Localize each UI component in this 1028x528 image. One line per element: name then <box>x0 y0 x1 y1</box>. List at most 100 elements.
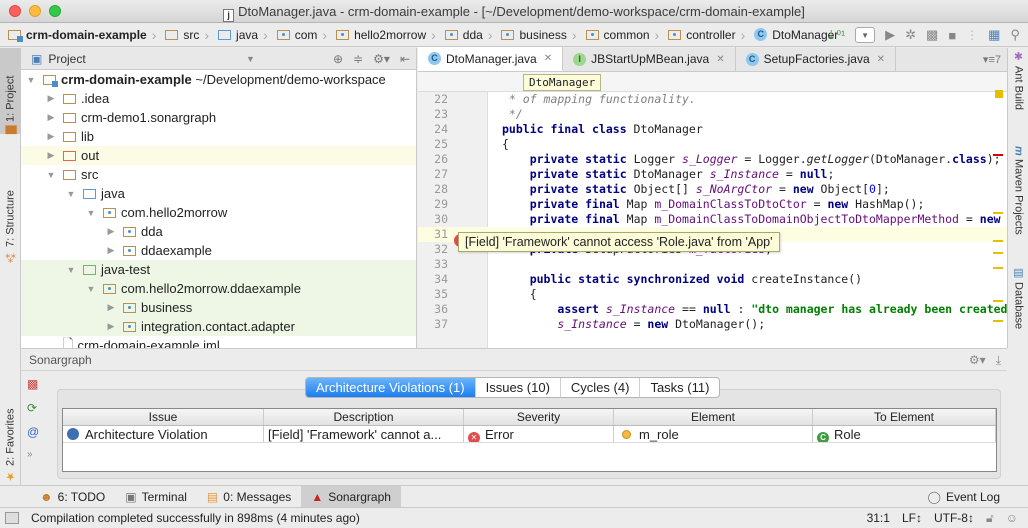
code-line[interactable]: 27 private static DtoManager s_Instance … <box>418 167 1007 182</box>
tab-jbstartupmbean[interactable]: I JBStartUpMBean.java ✕ <box>563 47 736 71</box>
line-separator-selector[interactable]: LF↕ <box>902 511 922 525</box>
collapsed-arrow-icon[interactable]: ▶ <box>45 93 57 104</box>
project-view-selector[interactable]: Project <box>48 52 85 66</box>
tool-tab-structure[interactable]: ⁂ 7: Structure <box>0 144 21 264</box>
expanded-arrow-icon[interactable]: ▼ <box>85 284 97 294</box>
collapse-all-icon[interactable]: ≑ <box>353 52 363 66</box>
crumb-business[interactable]: business › <box>501 23 585 47</box>
tool-tab-favorites[interactable]: ★ 2: Favorites <box>0 388 21 483</box>
analysis-status-marker[interactable] <box>995 90 1003 98</box>
tree-item[interactable]: ▶ crm-demo1.sonargraph <box>21 108 416 127</box>
gear-icon[interactable]: ⚙▾ <box>969 349 986 371</box>
make-icon[interactable]: ⇣⁰¹ <box>826 28 845 42</box>
column-element[interactable]: Element <box>614 409 813 425</box>
column-severity[interactable]: Severity <box>464 409 614 425</box>
hide-panel-icon[interactable]: ⇤ <box>400 52 410 66</box>
tool-window-todo[interactable]: ☻ 6: TODO <box>30 486 115 508</box>
code-line[interactable]: 37 s_Instance = new DtoManager(); <box>418 317 1007 332</box>
tab-architecture-violations[interactable]: Architecture Violations (1) <box>306 378 476 397</box>
scroll-from-source-icon[interactable]: ⊕ <box>333 52 343 66</box>
collapsed-arrow-icon[interactable]: ▶ <box>105 302 117 313</box>
project-structure-icon[interactable]: ▦ <box>988 27 1000 43</box>
warning-marker[interactable] <box>993 300 1003 302</box>
tree-item[interactable]: ▼ java-test <box>21 260 416 279</box>
table-row[interactable]: Architecture Violation [Field] 'Framewor… <box>63 426 996 443</box>
hector-inspector-icon[interactable]: ☺ <box>1006 511 1018 525</box>
expand-more-icon[interactable]: » <box>27 449 39 460</box>
expanded-arrow-icon[interactable]: ▼ <box>85 208 97 218</box>
expanded-arrow-icon[interactable]: ▼ <box>45 170 57 180</box>
column-issue[interactable]: Issue <box>63 409 264 425</box>
collapsed-arrow-icon[interactable]: ▶ <box>105 226 117 237</box>
warning-marker[interactable] <box>993 252 1003 254</box>
tree-item[interactable]: ▼ src <box>21 165 416 184</box>
tree-item[interactable]: ▶ dda <box>21 222 416 241</box>
binary-icon[interactable]: ▩ <box>27 377 39 391</box>
warning-marker[interactable] <box>993 240 1003 242</box>
code-line[interactable]: 22 * of mapping functionality. <box>418 92 1007 107</box>
close-tab-icon[interactable]: ✕ <box>877 54 885 65</box>
code-line[interactable]: 35 { <box>418 287 1007 302</box>
coverage-icon[interactable]: ▩ <box>926 27 938 43</box>
tree-item[interactable]: ▶ .idea <box>21 89 416 108</box>
run-config-dropdown[interactable]: ▼ <box>855 27 876 43</box>
code-line[interactable]: 29 private final Map m_DomainClassToDtoC… <box>418 197 1007 212</box>
close-tab-icon[interactable]: ✕ <box>716 54 724 65</box>
expanded-arrow-icon[interactable]: ▼ <box>65 189 77 199</box>
code-line[interactable]: 24 public final class DtoManager <box>418 122 1007 137</box>
crumb-module[interactable]: crm-domain-example › <box>8 23 165 47</box>
column-description[interactable]: Description <box>264 409 464 425</box>
close-window-button[interactable] <box>9 5 21 17</box>
code-line[interactable]: 28 private static Object[] s_NoArgCtor =… <box>418 182 1007 197</box>
email-icon[interactable]: @ <box>27 425 39 439</box>
tool-window-sonargraph[interactable]: ▲ Sonargraph <box>301 485 401 508</box>
error-marker[interactable] <box>993 154 1003 156</box>
gear-icon[interactable]: ⚙▾ <box>373 52 390 66</box>
code-line[interactable]: 25 { <box>418 137 1007 152</box>
zoom-window-button[interactable] <box>49 5 61 17</box>
tab-setupfactories[interactable]: C SetupFactories.java ✕ <box>736 47 897 71</box>
warning-marker[interactable] <box>993 267 1003 269</box>
search-icon[interactable]: ⚲ <box>1010 27 1020 43</box>
crumb-hello2morrow[interactable]: hello2morrow › <box>336 23 445 47</box>
collapsed-arrow-icon[interactable]: ▶ <box>105 245 117 256</box>
tree-item[interactable]: ▼ com.hello2morrow.ddaexample <box>21 279 416 298</box>
crumb-src[interactable]: src › <box>165 23 218 47</box>
code-line[interactable]: 34 public static synchronized void creat… <box>418 272 1007 287</box>
tree-item[interactable]: ▼ crm-domain-example ~/Development/demo-w… <box>21 70 416 89</box>
crumb-common[interactable]: common › <box>585 23 669 47</box>
close-tab-icon[interactable]: ✕ <box>544 53 552 64</box>
stop-icon[interactable]: ■ <box>948 28 956 43</box>
event-log-button[interactable]: ◯ Event Log <box>928 486 1000 508</box>
tab-issues[interactable]: Issues (10) <box>476 378 561 397</box>
tree-item[interactable]: ▶ out <box>21 146 416 165</box>
code-line[interactable]: 30 private final Map m_DomainClassToDoma… <box>418 212 1007 227</box>
more-tabs-button[interactable]: ▾≡7 <box>983 53 1001 66</box>
tab-dtomanager[interactable]: C DtoManager.java ✕ <box>418 47 564 71</box>
tool-window-terminal[interactable]: ▣ Terminal <box>115 486 197 508</box>
expanded-arrow-icon[interactable]: ▼ <box>25 75 37 85</box>
tab-tasks[interactable]: Tasks (11) <box>640 378 719 397</box>
crumb-controller[interactable]: controller › <box>668 23 754 47</box>
code-line[interactable]: 33 <box>418 257 1007 272</box>
collapsed-arrow-icon[interactable]: ▶ <box>45 131 57 142</box>
expanded-arrow-icon[interactable]: ▼ <box>65 265 77 275</box>
minimize-window-button[interactable] <box>29 5 41 17</box>
tool-tab-ant-build[interactable]: ✱ Ant Build <box>1008 50 1028 122</box>
tree-item[interactable]: ▶ integration.contact.adapter <box>21 317 416 336</box>
toggle-tool-buttons-icon[interactable] <box>5 511 19 524</box>
tool-tab-database[interactable]: ▤ Database <box>1008 266 1028 336</box>
caret-position[interactable]: 31:1 <box>867 511 890 525</box>
tab-cycles[interactable]: Cycles (4) <box>561 378 641 397</box>
tool-window-messages[interactable]: ▤ 0: Messages <box>197 486 301 508</box>
crumb-com[interactable]: com › <box>276 23 336 47</box>
refresh-icon[interactable]: ⟳ <box>27 401 39 415</box>
code-area[interactable]: 22 * of mapping functionality. 23 */24 pub… <box>418 90 1007 352</box>
tool-tab-maven[interactable]: m Maven Projects <box>1008 146 1028 246</box>
code-line[interactable]: 23 */ <box>418 107 1007 122</box>
encoding-selector[interactable]: UTF-8↕ <box>934 511 974 525</box>
lock-icon[interactable]: 🔓︎ <box>986 511 994 526</box>
tree-item[interactable]: ▶ ddaexample <box>21 241 416 260</box>
tool-tab-project[interactable]: ▇ 1: Project <box>0 48 21 134</box>
error-stripe[interactable] <box>993 90 1003 372</box>
